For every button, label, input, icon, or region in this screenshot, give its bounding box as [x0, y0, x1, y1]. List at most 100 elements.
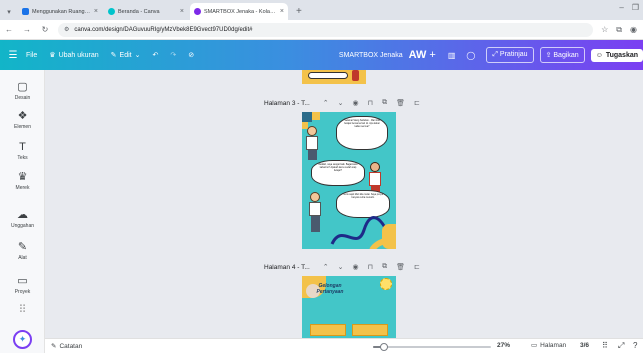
sidebar-item-brand[interactable]: ♛ Merek [0, 171, 45, 192]
answer-box-left [310, 324, 346, 336]
url-text: canva.com/design/DAGuvuuRIg/yMzVbek8E9Gv… [74, 26, 253, 33]
sidebar-item-projects[interactable]: ▭ Proyek [0, 276, 45, 296]
sidebar-item-uploads[interactable]: ☁ Unggahan [0, 209, 45, 230]
duplicate-icon[interactable]: ⧉ [382, 99, 387, 107]
page-3-label[interactable]: Halaman 3 - T... [264, 100, 310, 107]
share-button[interactable]: ⇪ Bagikan [539, 47, 585, 63]
page-3-corner-tile [302, 112, 312, 122]
zoom-slider[interactable] [373, 343, 491, 351]
magic-assistant-button[interactable]: ✦ [13, 330, 32, 349]
move-up-icon[interactable]: ⌃ [323, 263, 329, 271]
assign-button[interactable]: ☺ Tugaskan [590, 48, 643, 62]
tab-2-title: Beranda - Canva [118, 8, 160, 15]
add-page-icon[interactable]: ⊏ [414, 263, 420, 271]
main-menu-icon[interactable]: ☰ [0, 50, 26, 61]
notes-label: Catatan [59, 342, 83, 350]
redo-button[interactable]: ↷ [170, 51, 176, 59]
tab-3-title: SMARTBOX Jenaka - Kolase Fo [204, 8, 277, 15]
page-4-label[interactable]: Halaman 4 - T... [264, 264, 310, 271]
character-body [369, 172, 381, 186]
browser-tab-1[interactable]: Menggunakan Ruang GTK Me × [18, 3, 102, 20]
add-collaborator-icon[interactable]: + [429, 49, 435, 61]
zoom-percentage[interactable]: 27% [497, 342, 510, 349]
edit-menu[interactable]: ✎ Edit ⌄ [111, 51, 141, 60]
lock-icon[interactable]: ⊓ [368, 99, 373, 107]
file-menu[interactable]: File [26, 52, 37, 59]
lock-icon[interactable]: ⊓ [368, 263, 373, 271]
fullscreen-icon[interactable]: ⤢ [618, 341, 624, 351]
brand-icon: ♛ [17, 171, 28, 183]
page-2-thumbnail[interactable] [302, 70, 366, 84]
apps-icon: ⠿ [18, 304, 27, 316]
collaborator-avatar[interactable]: AW + [409, 49, 436, 61]
hide-icon[interactable]: ◉ [353, 99, 359, 107]
preview-button[interactable]: ⤢ Pratinjau [486, 47, 534, 63]
notes-button[interactable]: ✎ Catatan [51, 342, 83, 351]
tab-2-close-icon[interactable]: × [180, 8, 184, 15]
redo-icon: ↷ [170, 52, 177, 59]
bottom-bar: ✎ Catatan 27% ▭ Halaman 3/6 ⠿ ⤢ ? [45, 338, 643, 353]
page-3-thumbnail[interactable]: Selamat Siang Sahabat... Mari kita belaj… [302, 112, 396, 249]
tab-search-icon[interactable]: ▾ [0, 3, 18, 20]
sidebar-item-apps[interactable]: ⠿ [0, 305, 45, 316]
grid-view-icon[interactable]: ⠿ [602, 341, 608, 350]
resize-menu[interactable]: ♛ Ubah ukuran [49, 51, 99, 60]
sidebar-item-elements[interactable]: ❖ Elemen [0, 111, 45, 131]
sidebar-item-text[interactable]: T Teks [0, 142, 45, 162]
move-up-icon[interactable]: ⌃ [323, 99, 329, 107]
zoom-slider-handle[interactable] [379, 343, 388, 351]
tab-1-favicon-icon [22, 8, 29, 15]
page-3-corner-tile [312, 112, 320, 120]
character-body [306, 136, 318, 150]
character-legs [307, 150, 317, 160]
duplicate-icon[interactable]: ⧉ [382, 263, 387, 271]
pages-icon: ▭ [531, 342, 538, 349]
maximize-icon[interactable]: ❐ [632, 3, 639, 12]
undo-button[interactable]: ↶ [152, 51, 158, 59]
add-page-icon[interactable]: ⊏ [414, 99, 420, 107]
cloud-save-button[interactable]: ⊘ [188, 51, 194, 59]
sidebar-item-design[interactable]: ▢ Desain [0, 82, 45, 102]
url-field[interactable]: ⚙ canva.com/design/DAGuvuuRIg/yMzVbek8E9… [58, 22, 594, 37]
back-icon[interactable]: ← [4, 25, 14, 34]
hide-icon[interactable]: ◉ [353, 263, 359, 271]
share-upload-icon: ⇪ [545, 52, 552, 59]
delete-icon[interactable]: 🗑 [396, 99, 405, 107]
reload-icon[interactable]: ↻ [40, 25, 50, 34]
browser-tab-2[interactable]: Beranda - Canva × [104, 3, 188, 20]
collaborator-initials: AW [408, 49, 427, 61]
upload-icon: ☁ [17, 209, 28, 221]
tab-1-title: Menggunakan Ruang GTK Me [32, 8, 91, 15]
draw-icon: ✎ [17, 241, 28, 253]
delete-icon[interactable]: 🗑 [396, 263, 405, 271]
project-title[interactable]: SMARTBOX Jenaka [339, 52, 403, 59]
help-icon[interactable]: ? [633, 341, 637, 350]
tab-3-close-icon[interactable]: × [280, 8, 284, 15]
resize-label: Ubah ukuran [58, 51, 99, 59]
people-icon: ☺ [595, 51, 603, 59]
profile-icon[interactable]: ◉ [630, 25, 637, 35]
sun-icon [380, 278, 392, 290]
speech-bubble-2: Baiklah, saya sangat baik. Bagaimana kab… [311, 160, 365, 186]
forward-icon[interactable]: → [22, 25, 32, 34]
tab-1-close-icon[interactable]: × [94, 8, 98, 15]
editor-canvas[interactable]: Halaman 3 - T... ⌃ ⌄ ◉ ⊓ ⧉ 🗑 ⊏ Selamat S… [45, 70, 643, 338]
sidebar-item-tools[interactable]: ✎ Alat [0, 241, 45, 262]
comment-icon[interactable]: ◯ [466, 51, 475, 60]
site-info-icon[interactable]: ⚙ [64, 26, 69, 33]
character-head [370, 162, 380, 172]
analytics-icon[interactable]: ▥ [448, 51, 456, 60]
page-4-title: Gelongan Pertanyaan [310, 283, 350, 295]
new-tab-button[interactable]: + [290, 3, 308, 20]
minimize-icon[interactable]: – [619, 3, 623, 12]
tab-2-favicon-icon [108, 8, 115, 15]
browser-actions: ☆ ⧉ ◉ [601, 25, 639, 35]
bookmark-star-icon[interactable]: ☆ [601, 25, 608, 35]
move-down-icon[interactable]: ⌄ [338, 263, 344, 271]
move-down-icon[interactable]: ⌄ [338, 99, 344, 107]
sidebar-label-brand: Merek [15, 185, 30, 191]
page-3-yellow-blob [382, 224, 396, 249]
browser-tab-3-active[interactable]: SMARTBOX Jenaka - Kolase Fo × [190, 3, 288, 20]
extensions-icon[interactable]: ⧉ [616, 25, 622, 35]
pages-button[interactable]: ▭ Halaman [531, 341, 566, 350]
